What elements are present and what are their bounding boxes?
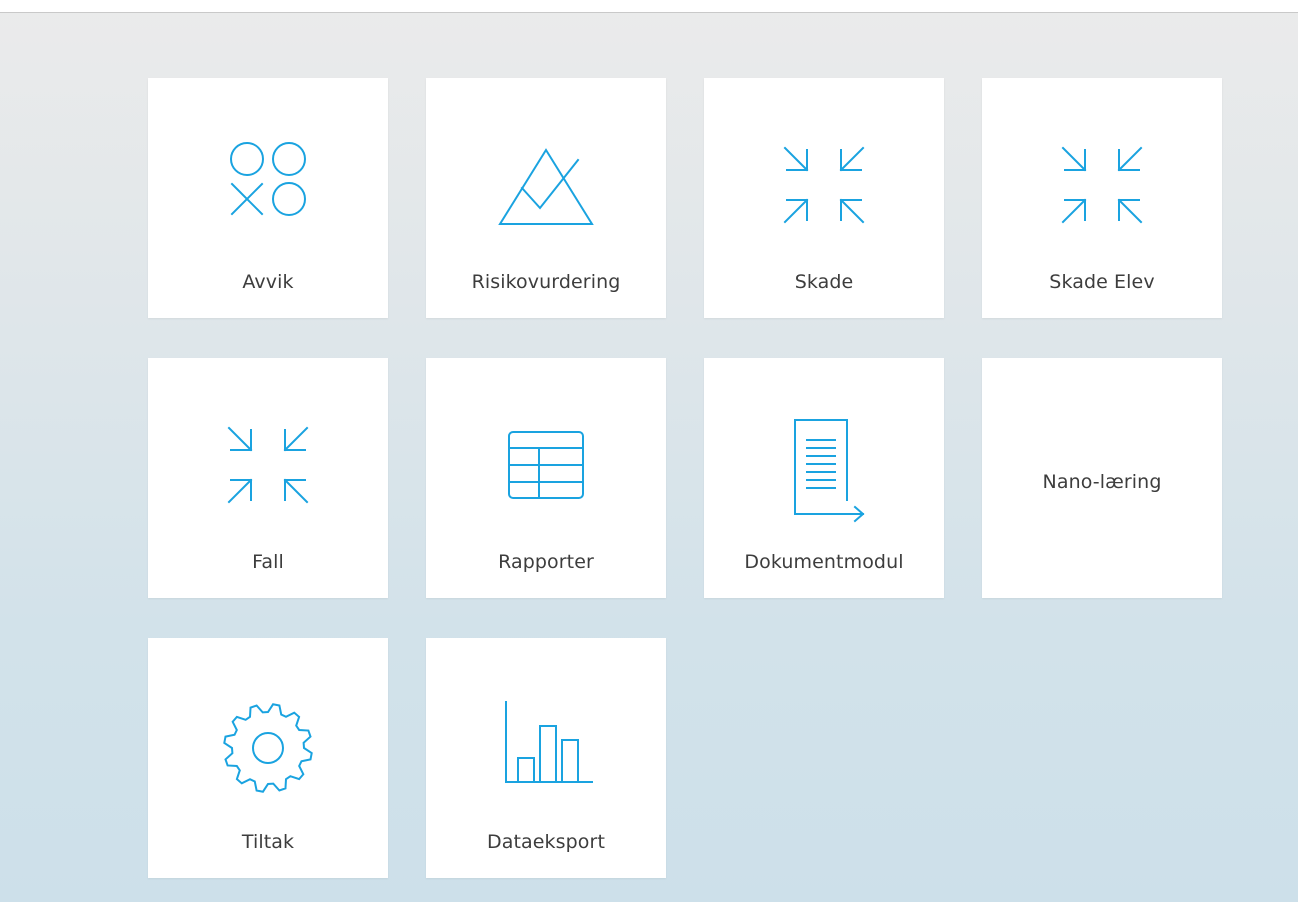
triangle-mountain-icon (426, 138, 666, 248)
tile-avvik[interactable]: Avvik (148, 78, 388, 318)
table-icon (426, 418, 666, 528)
tile-label: Risikovurdering (471, 271, 621, 293)
tile-label: Skade Elev (1049, 271, 1155, 293)
tile-rapporter[interactable]: Rapporter (426, 358, 666, 598)
gear-icon (148, 698, 388, 808)
document-arrow-icon (704, 418, 944, 528)
tile-label: Dataeksport (486, 831, 605, 853)
compress-arrows-icon (148, 418, 388, 528)
tile-label: Dokumentmodul (744, 551, 904, 573)
top-header-bar (0, 0, 1298, 13)
tile-fall[interactable]: Fall (148, 358, 388, 598)
tile-label: Fall (252, 551, 284, 573)
tile-label: Skade (794, 271, 854, 293)
tile-label: Tiltak (241, 831, 295, 853)
tile-label: Rapporter (498, 551, 594, 573)
tile-label: Avvik (242, 271, 294, 293)
tile-skade-elev[interactable]: Skade Elev (982, 78, 1222, 318)
tile-dataeksport[interactable]: Dataeksport (426, 638, 666, 878)
tile-skade[interactable]: Skade (704, 78, 944, 318)
tile-nano-laering[interactable]: Nano-læring (982, 358, 1222, 598)
tile-dokumentmodul[interactable]: Dokumentmodul (704, 358, 944, 598)
tile-risikovurdering[interactable]: Risikovurdering (426, 78, 666, 318)
module-grid: Avvik Risikovurdering Skade Skade Elev F… (148, 78, 1222, 878)
tile-tiltak[interactable]: Tiltak (148, 638, 388, 878)
avvik-shapes-icon (148, 138, 388, 248)
compress-arrows-icon (704, 138, 944, 248)
compress-arrows-icon (982, 138, 1222, 248)
tile-label: Nano-læring (1042, 471, 1162, 493)
bar-chart-icon (426, 698, 666, 808)
